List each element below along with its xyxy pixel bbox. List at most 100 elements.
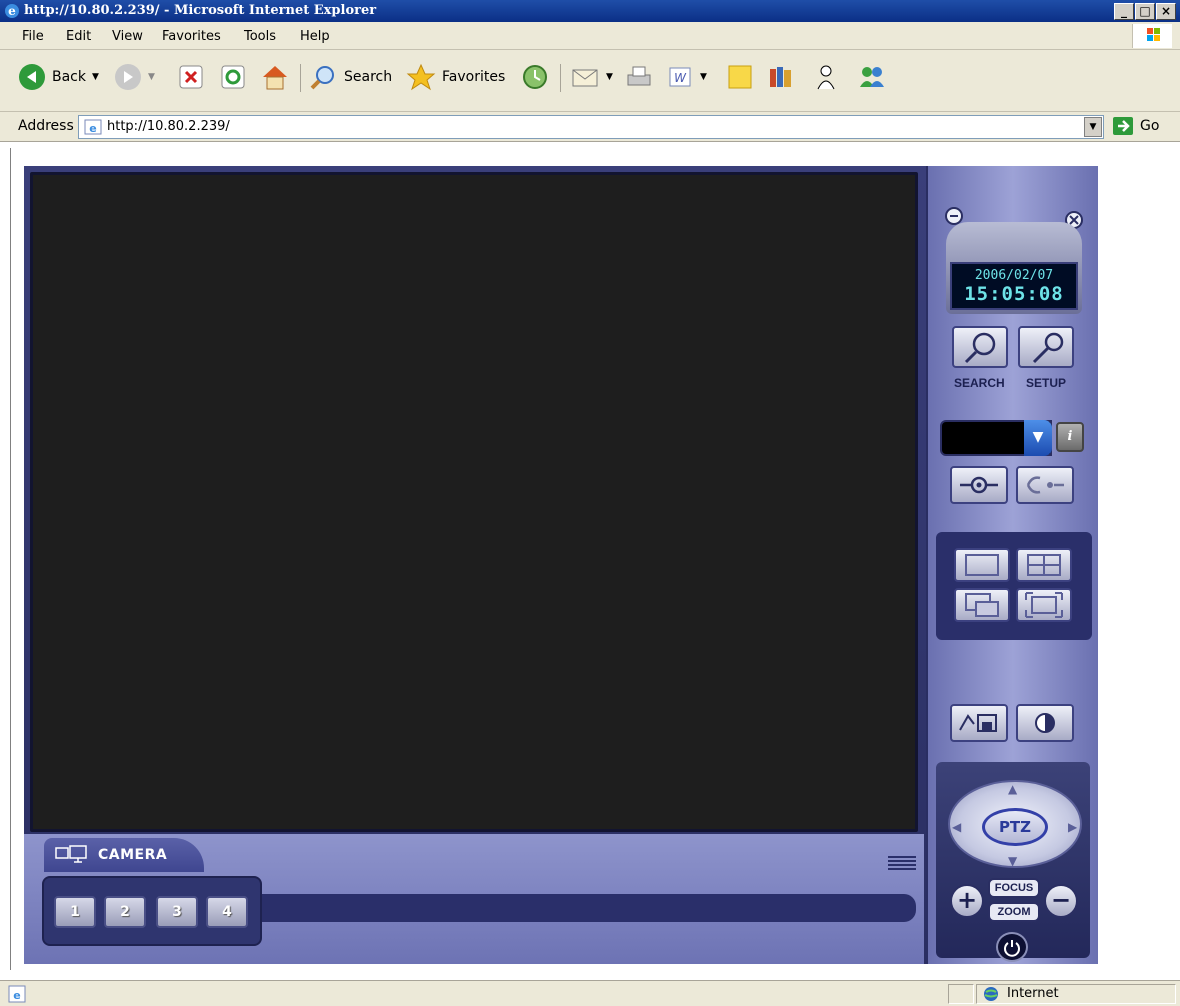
go-label: Go: [1140, 118, 1160, 134]
contrast-icon: [1035, 713, 1055, 733]
print-button[interactable]: [624, 62, 654, 92]
edit-dropdown-icon[interactable]: ▼: [700, 72, 707, 82]
svg-text:W: W: [674, 71, 687, 85]
window-title: http://10.80.2.239/ - Microsoft Internet…: [24, 3, 377, 18]
history-button[interactable]: [520, 62, 550, 92]
wrench-icon: [1032, 332, 1064, 364]
svg-text:e: e: [89, 122, 96, 135]
camera-3-button[interactable]: 3: [156, 896, 198, 928]
clock-display: 2006/02/07 15:05:08: [950, 262, 1078, 310]
forward-arrow-icon: [115, 64, 141, 90]
home-icon: [263, 66, 287, 90]
forward-button[interactable]: ▼: [114, 62, 155, 92]
zoom-out-button[interactable]: −: [1044, 884, 1078, 918]
setup-button[interactable]: [1018, 326, 1074, 368]
channel-dropdown-icon[interactable]: ▼: [1024, 420, 1052, 456]
contacts-icon: [860, 67, 884, 87]
ptz-right-icon[interactable]: ▶: [1068, 820, 1077, 834]
camera-tab-label: CAMERA: [98, 847, 168, 863]
menu-help[interactable]: Help: [300, 29, 330, 44]
toolbar-separator: [300, 64, 301, 92]
menu-bar: File Edit View Favorites Tools Help: [0, 22, 1180, 50]
search-button-dvr[interactable]: [952, 326, 1008, 368]
ptz-button[interactable]: PTZ: [982, 808, 1048, 846]
ptz-down-icon[interactable]: ▼: [1008, 854, 1017, 868]
setup-caption: SETUP: [1026, 376, 1067, 390]
address-input[interactable]: e http://10.80.2.239/ ▼: [78, 115, 1104, 139]
mail-dropdown-icon[interactable]: ▼: [606, 72, 613, 82]
camera-icon: [55, 845, 87, 863]
magnifier-icon: [964, 332, 996, 364]
edit-button[interactable]: W ▼: [666, 62, 707, 92]
back-dropdown-icon[interactable]: ▼: [92, 72, 99, 82]
clock-time: 15:05:08: [964, 283, 1064, 305]
research-books-icon: [770, 67, 791, 87]
brightness-button[interactable]: [1016, 704, 1074, 742]
address-label: Address: [18, 118, 74, 134]
page-status-icon: e: [8, 985, 26, 1003]
save-image-button[interactable]: [950, 704, 1008, 742]
forward-dropdown-icon[interactable]: ▼: [148, 72, 155, 82]
pip-view-button[interactable]: [954, 588, 1010, 622]
page-ie-icon: e: [84, 119, 102, 135]
home-button[interactable]: [260, 62, 290, 92]
note-icon: [728, 65, 752, 89]
connect-button[interactable]: [950, 466, 1008, 504]
camera-1-button[interactable]: 1: [54, 896, 96, 928]
focus-label[interactable]: FOCUS: [988, 878, 1040, 898]
deck-grip-icon[interactable]: [888, 856, 916, 870]
mail-button[interactable]: ▼: [570, 62, 613, 92]
ptz-left-icon[interactable]: ◀: [952, 820, 961, 834]
menu-favorites[interactable]: Favorites: [162, 29, 221, 44]
globe-icon: [984, 987, 998, 1001]
status-bar: e Internet: [0, 980, 1180, 1006]
camera-2-button[interactable]: 2: [104, 896, 146, 928]
connect-icon: [960, 476, 998, 494]
back-arrow-icon: [19, 64, 45, 90]
contacts-button[interactable]: [856, 62, 888, 92]
print-icon: [627, 66, 651, 86]
single-view-button[interactable]: [954, 548, 1010, 582]
stop-button[interactable]: [178, 62, 204, 92]
zoom-label[interactable]: ZOOM: [988, 902, 1040, 922]
restore-button[interactable]: □: [1135, 3, 1155, 20]
research-button[interactable]: [766, 62, 796, 92]
menu-tools[interactable]: Tools: [244, 29, 276, 44]
title-bar: e http://10.80.2.239/ - Microsoft Intern…: [0, 0, 1180, 22]
clock-date: 2006/02/07: [974, 268, 1054, 283]
back-label: Back: [52, 69, 86, 85]
favorites-button[interactable]: Favorites: [406, 62, 505, 92]
video-display[interactable]: [30, 172, 918, 832]
power-icon: [1004, 940, 1020, 957]
menu-edit[interactable]: Edit: [66, 29, 91, 44]
search-button[interactable]: Search: [308, 62, 392, 92]
refresh-icon: [221, 65, 245, 89]
disconnect-button[interactable]: [1016, 466, 1074, 504]
search-icon: [310, 66, 334, 90]
history-icon: [523, 65, 547, 89]
back-button[interactable]: Back ▼: [18, 62, 99, 92]
info-button[interactable]: i: [1056, 422, 1084, 452]
ptz-up-icon[interactable]: ▲: [1008, 782, 1017, 796]
quad-view-button[interactable]: [1016, 548, 1072, 582]
power-button[interactable]: [996, 932, 1028, 962]
menu-file[interactable]: File: [22, 29, 44, 44]
close-button[interactable]: ×: [1156, 3, 1176, 20]
address-dropdown-icon[interactable]: ▼: [1084, 117, 1102, 137]
zone-label: Internet: [1007, 986, 1059, 1001]
zone-pane: Internet: [976, 984, 1176, 1004]
address-bar: Address e http://10.80.2.239/ ▼ Go: [0, 112, 1180, 142]
go-button[interactable]: Go: [1112, 116, 1159, 136]
status-pane: [948, 984, 974, 1004]
menu-view[interactable]: View: [112, 29, 143, 44]
playback-bar[interactable]: [262, 894, 916, 922]
messenger-button[interactable]: [812, 62, 840, 92]
camera-tab[interactable]: CAMERA: [44, 838, 204, 872]
refresh-button[interactable]: [220, 62, 246, 92]
discuss-button[interactable]: [726, 62, 754, 92]
fullscreen-button[interactable]: [1016, 588, 1072, 622]
minimize-button[interactable]: _: [1114, 3, 1134, 20]
mail-icon: [572, 69, 598, 87]
camera-4-button[interactable]: 4: [206, 896, 248, 928]
zoom-in-button[interactable]: +: [950, 884, 984, 918]
